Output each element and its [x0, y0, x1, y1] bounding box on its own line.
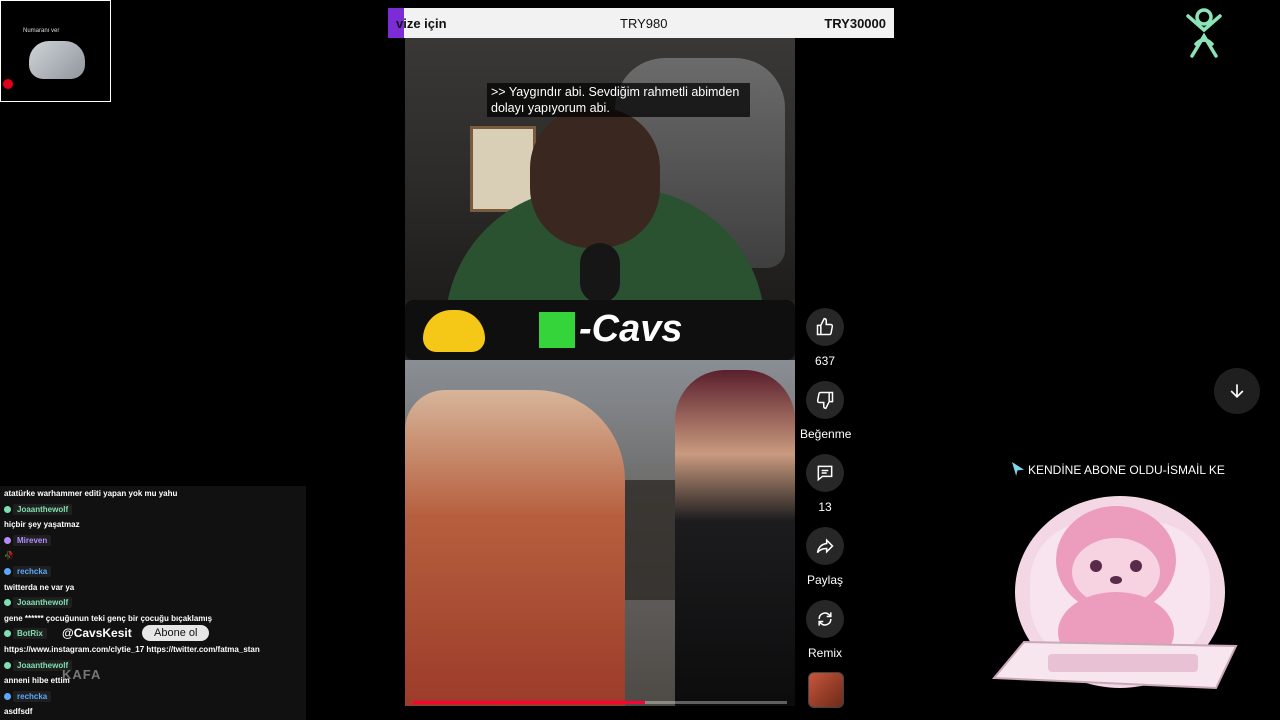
- chat-message-text: anneni hibe ettim: [4, 676, 70, 686]
- shorts-video-player[interactable]: >> Yaygındır abi. Sevdiğim rahmetli abim…: [405, 38, 795, 706]
- chat-message-text: atatürke warhammer editi yapan yok mu ya…: [4, 489, 178, 498]
- chat-message: twitterda ne var ya: [0, 579, 306, 596]
- remix-label: Remix: [807, 646, 842, 660]
- donation-message: vize için: [396, 15, 447, 31]
- chat-message: anneni hibe ettim: [0, 673, 306, 689]
- streamer-logo-icon: [1186, 8, 1222, 58]
- video-subtitle: >> Yaygındır abi. Sevdiğim rahmetli abim…: [487, 83, 750, 117]
- share-label: Paylaş: [806, 573, 844, 587]
- chat-message-text: hiçbir şey yaşatmaz: [4, 520, 80, 530]
- chat-message: atatürke warhammer editi yapan yok mu ya…: [0, 486, 306, 502]
- remix-button[interactable]: Remix: [800, 600, 850, 660]
- dislike-label: Beğenme: [800, 427, 852, 441]
- k-logo-icon: [539, 312, 575, 348]
- interviewee: [675, 370, 795, 706]
- chat-message: gene ****** çocuğunun teki genç bir çocu…: [0, 610, 306, 627]
- arrow-down-icon: [1230, 384, 1244, 399]
- alert-text: KENDİNE ABONE OLDU-İSMAİL KE: [1028, 463, 1225, 477]
- user-badge-icon: [4, 536, 11, 544]
- chat-message-text: 🥀: [4, 551, 14, 561]
- thumbs-up-icon: [806, 308, 844, 346]
- chat-username[interactable]: BotRix: [13, 628, 47, 640]
- channel-banner-text: -Cavs: [579, 308, 683, 350]
- donation-amount: TRY980: [620, 15, 668, 31]
- chat-message: https://www.instagram.com/clytie_17 http…: [0, 641, 306, 658]
- channel-avatar[interactable]: [808, 672, 844, 708]
- comments-button[interactable]: 13: [800, 454, 850, 514]
- user-badge-icon: [4, 567, 11, 575]
- chat-username-row: Joaanthewolf: [0, 501, 306, 518]
- donation-goal: TRY30000: [824, 15, 886, 31]
- watermark-text: KAFA: [62, 667, 102, 682]
- recording-dot: [3, 79, 13, 89]
- pink-otter-mascot: [991, 496, 1238, 690]
- comment-icon: [806, 454, 844, 492]
- channel-handle: @CavsKesit: [62, 626, 132, 640]
- like-button[interactable]: 637: [800, 308, 850, 368]
- pikachu-icon: [423, 310, 485, 352]
- user-badge-icon: [4, 692, 11, 700]
- subscribe-button[interactable]: Abone ol: [142, 625, 210, 641]
- chat-username[interactable]: Mireven: [13, 534, 52, 546]
- stream-scene: >> Yaygındır abi. Sevdiğim rahmetli abim…: [405, 38, 795, 348]
- chat-message-text: twitterda ne var ya: [4, 582, 75, 592]
- chat-username-row: Mireven: [0, 532, 306, 549]
- comment-count: 13: [818, 500, 832, 514]
- channel-banner: -Cavs: [405, 300, 795, 360]
- streamer-head: [530, 108, 660, 248]
- chat-message-text: gene ****** çocuğunun teki genç bir çocu…: [4, 613, 213, 623]
- subtitle-line-1: >> Yaygındır abi. Sevdiğim rahmetli abim…: [491, 85, 740, 99]
- next-video-button[interactable]: [1214, 368, 1260, 414]
- share-icon: [806, 527, 844, 565]
- user-badge-icon: [4, 661, 11, 669]
- user-badge-icon: [4, 599, 11, 607]
- video-progress-bar[interactable]: [413, 701, 787, 704]
- chat-message-text: https://www.instagram.com/clytie_17 http…: [4, 644, 260, 654]
- chat-username[interactable]: Joaanthewolf: [13, 597, 73, 609]
- street-interview-scene: [405, 360, 795, 706]
- donation-goal-bar: vize için TRY980 TRY30000: [388, 8, 894, 38]
- webcam-thumbnail: Numaranı ver: [0, 0, 111, 102]
- chat-overlay: atatürke warhammer editi yapan yok mu ya…: [0, 486, 306, 720]
- chat-message-text: asdfsdf: [4, 707, 33, 717]
- chat-message: hiçbir şey yaşatmaz: [0, 517, 306, 533]
- thumbs-down-icon: [806, 381, 844, 419]
- microphone: [580, 243, 620, 303]
- video-progress-fill: [413, 701, 645, 704]
- chat-username-row: rechcka: [0, 563, 306, 580]
- remix-icon: [806, 600, 844, 638]
- subtitle-line-2: dolayı yapıyorum abi.: [491, 101, 610, 115]
- cursor-icon: [1012, 462, 1024, 476]
- chat-message: 🥀: [0, 548, 306, 564]
- chat-username[interactable]: rechcka: [13, 565, 52, 577]
- chat-username[interactable]: Joaanthewolf: [13, 503, 73, 515]
- user-badge-icon: [4, 630, 11, 638]
- interviewer: [405, 390, 625, 706]
- like-count: 637: [814, 354, 836, 368]
- dislike-button[interactable]: Beğenme: [800, 381, 852, 441]
- user-badge-icon: [4, 505, 11, 513]
- cat-image: [29, 41, 85, 79]
- chat-username-row: Joaanthewolf: [0, 595, 306, 611]
- chat-message: asdfsdf: [0, 704, 306, 720]
- chat-username-row: Joaanthewolf: [0, 657, 306, 674]
- subscriber-alert: KENDİNE ABONE OLDU-İSMAİL KE: [1012, 462, 1225, 477]
- wall-poster: [470, 126, 536, 212]
- share-button[interactable]: Paylaş: [800, 527, 850, 587]
- webcam-caption: Numaranı ver: [23, 28, 60, 34]
- chat-username[interactable]: rechcka: [13, 690, 52, 702]
- chat-username-row: rechcka: [0, 688, 306, 705]
